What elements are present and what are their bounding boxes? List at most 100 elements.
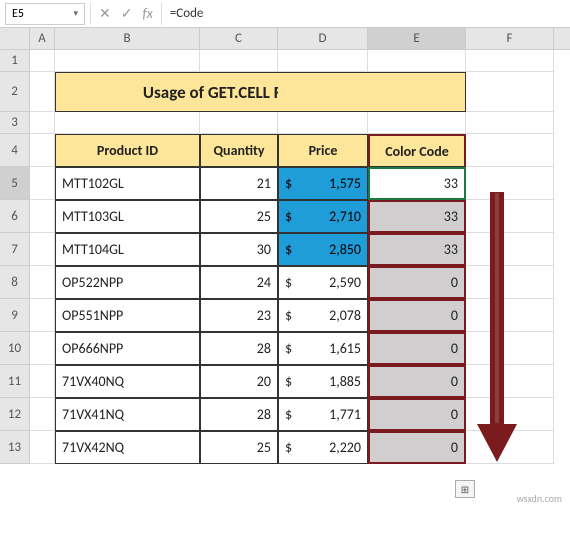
row-header[interactable]: 6 <box>0 200 30 233</box>
price-cell[interactable]: $1,615 <box>278 332 368 365</box>
product-id-cell[interactable]: OP551NPP <box>55 299 200 332</box>
color-code-cell[interactable]: 33 <box>368 167 466 200</box>
cell[interactable] <box>55 112 200 134</box>
row-header[interactable]: 10 <box>0 332 30 365</box>
header-price[interactable]: Price <box>278 134 368 167</box>
row-header[interactable]: 13 <box>0 431 30 464</box>
quantity-cell[interactable]: 23 <box>200 299 278 332</box>
cell[interactable] <box>30 431 55 464</box>
price-cell[interactable]: $2,078 <box>278 299 368 332</box>
row-header[interactable]: 5 <box>0 167 30 200</box>
fx-icon[interactable]: fx <box>142 5 152 22</box>
row-header[interactable]: 8 <box>0 266 30 299</box>
cell[interactable] <box>466 233 554 266</box>
cell[interactable] <box>368 50 466 72</box>
quantity-cell[interactable]: 20 <box>200 365 278 398</box>
cell[interactable] <box>466 134 554 167</box>
cell[interactable] <box>200 112 278 134</box>
price-cell[interactable]: $2,220 <box>278 431 368 464</box>
cell[interactable] <box>278 112 368 134</box>
cell[interactable] <box>30 398 55 431</box>
product-id-cell[interactable]: MTT104GL <box>55 233 200 266</box>
cell[interactable] <box>30 167 55 200</box>
cell[interactable] <box>466 398 554 431</box>
cell[interactable] <box>466 200 554 233</box>
cell[interactable] <box>30 299 55 332</box>
cell[interactable] <box>30 72 55 112</box>
price-cell[interactable]: $2,590 <box>278 266 368 299</box>
color-code-cell[interactable]: 0 <box>368 431 466 464</box>
cell[interactable] <box>200 50 278 72</box>
color-code-cell[interactable]: 0 <box>368 365 466 398</box>
row-header[interactable]: 9 <box>0 299 30 332</box>
color-code-cell[interactable]: 33 <box>368 233 466 266</box>
price-cell[interactable]: $2,850 <box>278 233 368 266</box>
price-cell[interactable]: $2,710 <box>278 200 368 233</box>
cell[interactable] <box>30 50 55 72</box>
price-cell[interactable]: $1,885 <box>278 365 368 398</box>
color-code-cell[interactable]: 0 <box>368 332 466 365</box>
quantity-cell[interactable]: 21 <box>200 167 278 200</box>
dropdown-icon[interactable]: ▾ <box>73 8 78 19</box>
product-id-cell[interactable]: 71VX42NQ <box>55 431 200 464</box>
cell[interactable] <box>466 50 554 72</box>
cell[interactable] <box>466 112 554 134</box>
cell[interactable] <box>30 200 55 233</box>
price-cell[interactable]: $1,575 <box>278 167 368 200</box>
row-header[interactable]: 2 <box>0 72 30 112</box>
color-code-cell[interactable]: 0 <box>368 266 466 299</box>
title-cell[interactable] <box>368 72 466 112</box>
row-header[interactable]: 7 <box>0 233 30 266</box>
quantity-cell[interactable]: 30 <box>200 233 278 266</box>
title-cell[interactable] <box>278 72 368 112</box>
row-header[interactable]: 4 <box>0 134 30 167</box>
cell[interactable] <box>466 332 554 365</box>
cell[interactable] <box>466 72 554 112</box>
product-id-cell[interactable]: 71VX40NQ <box>55 365 200 398</box>
col-header-F[interactable]: F <box>466 28 554 49</box>
col-header-B[interactable]: B <box>55 28 200 49</box>
cell[interactable] <box>30 365 55 398</box>
quantity-cell[interactable]: 28 <box>200 332 278 365</box>
confirm-icon[interactable]: ✓ <box>121 5 133 22</box>
cell[interactable] <box>30 332 55 365</box>
cell[interactable] <box>466 431 554 464</box>
color-code-cell[interactable]: 0 <box>368 299 466 332</box>
cell[interactable] <box>466 266 554 299</box>
cell[interactable] <box>30 112 55 134</box>
title-cell[interactable]: Usage of GET.CELL Function <box>200 72 278 112</box>
header-product-id[interactable]: Product ID <box>55 134 200 167</box>
select-all-corner[interactable] <box>0 28 30 49</box>
header-quantity[interactable]: Quantity <box>200 134 278 167</box>
row-header[interactable]: 12 <box>0 398 30 431</box>
cell[interactable] <box>466 365 554 398</box>
cell[interactable] <box>30 233 55 266</box>
product-id-cell[interactable]: OP522NPP <box>55 266 200 299</box>
cell[interactable] <box>368 112 466 134</box>
cell[interactable] <box>278 50 368 72</box>
header-color-code[interactable]: Color Code <box>368 134 466 167</box>
autofill-options-icon[interactable]: ⊞ <box>455 480 475 498</box>
cancel-icon[interactable]: ✕ <box>99 5 111 22</box>
color-code-cell[interactable]: 33 <box>368 200 466 233</box>
cell[interactable] <box>55 50 200 72</box>
cell[interactable] <box>466 299 554 332</box>
row-header[interactable]: 3 <box>0 112 30 134</box>
col-header-D[interactable]: D <box>278 28 368 49</box>
product-id-cell[interactable]: OP666NPP <box>55 332 200 365</box>
quantity-cell[interactable]: 25 <box>200 431 278 464</box>
col-header-C[interactable]: C <box>200 28 278 49</box>
color-code-cell[interactable]: 0 <box>368 398 466 431</box>
row-header[interactable]: 1 <box>0 50 30 72</box>
product-id-cell[interactable]: 71VX41NQ <box>55 398 200 431</box>
cell[interactable] <box>30 266 55 299</box>
row-header[interactable]: 11 <box>0 365 30 398</box>
product-id-cell[interactable]: MTT102GL <box>55 167 200 200</box>
formula-input[interactable]: =Code <box>162 3 570 25</box>
cell[interactable] <box>30 134 55 167</box>
quantity-cell[interactable]: 28 <box>200 398 278 431</box>
cell[interactable] <box>466 167 554 200</box>
col-header-E[interactable]: E <box>368 28 466 49</box>
quantity-cell[interactable]: 24 <box>200 266 278 299</box>
price-cell[interactable]: $1,771 <box>278 398 368 431</box>
